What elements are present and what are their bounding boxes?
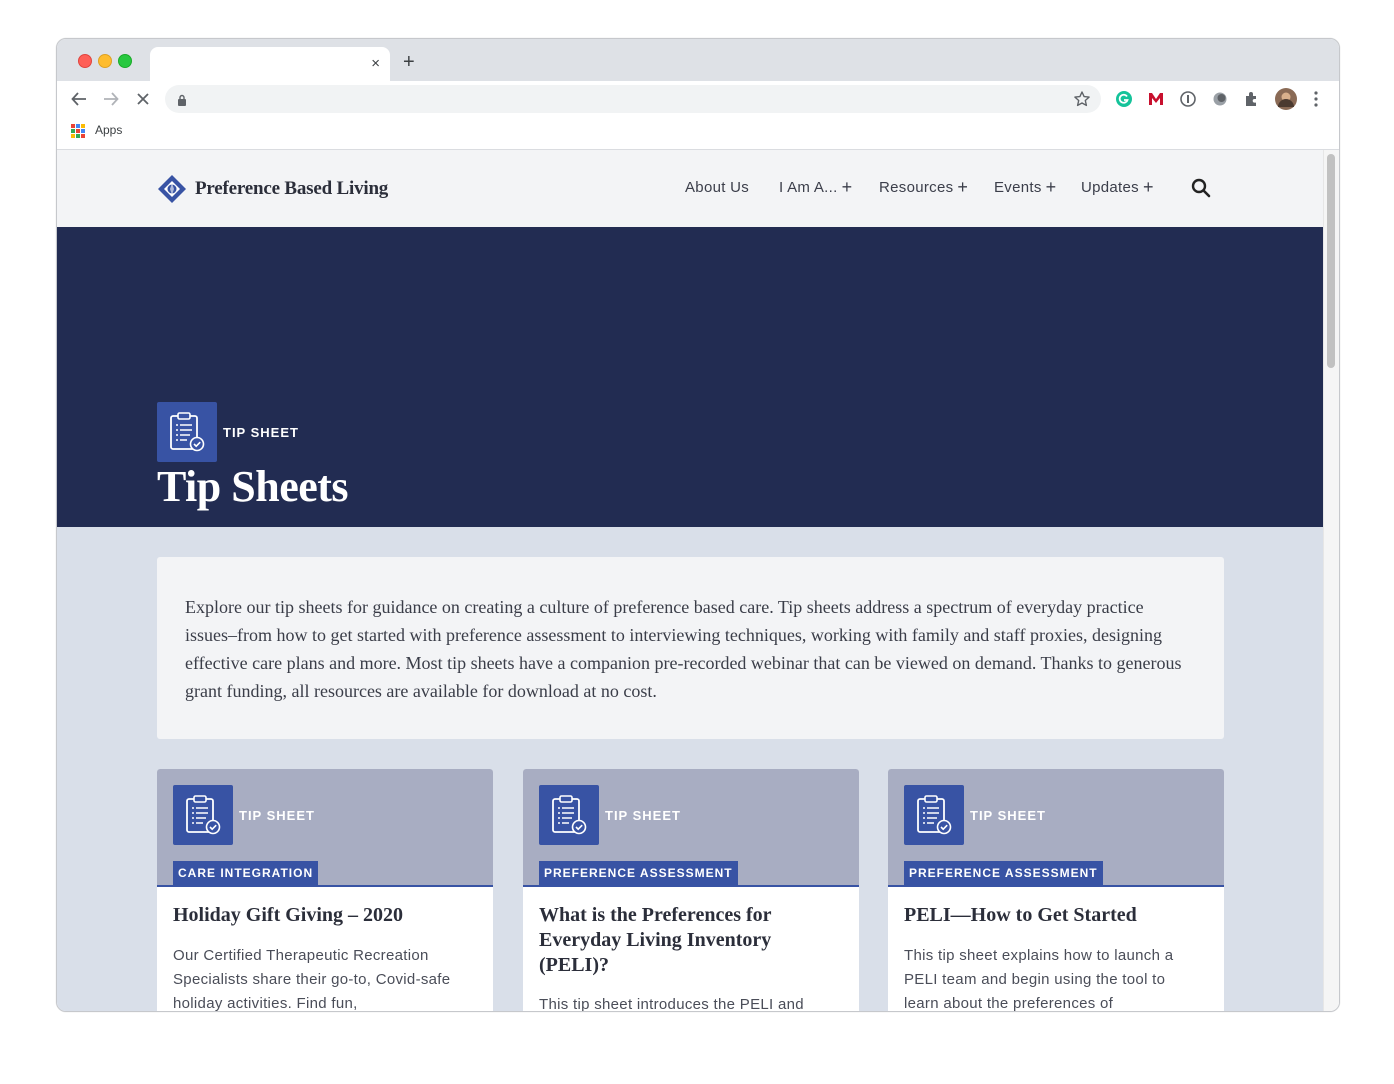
bookmark-star-icon[interactable] [1073, 90, 1091, 113]
minimize-window-button[interactable] [98, 54, 112, 68]
plus-icon: + [841, 177, 853, 197]
maximize-window-button[interactable] [118, 54, 132, 68]
new-tab-button[interactable]: + [403, 51, 415, 73]
nav-label: About Us [685, 179, 750, 196]
browser-window: × + Apps Preference Based Living About U… [56, 38, 1340, 1012]
nav-label: Updates [1081, 179, 1139, 196]
nav-events[interactable]: Events + [994, 177, 1057, 197]
tip-sheet-card[interactable]: TIP SHEET PREFERENCE ASSESSMENT PELI—How… [888, 769, 1224, 1011]
nav-resources[interactable]: Resources + [879, 177, 968, 197]
card-header: TIP SHEET CARE INTEGRATION [157, 769, 493, 887]
browser-menu-icon[interactable] [1307, 90, 1325, 108]
category-badge[interactable]: CARE INTEGRATION [173, 861, 319, 885]
clipboard-icon [173, 785, 233, 845]
tab-strip: × + [57, 39, 1339, 81]
card-type-label: TIP SHEET [605, 808, 681, 823]
plus-icon: + [1045, 177, 1057, 197]
card-type-label: TIP SHEET [239, 808, 315, 823]
browser-tab[interactable]: × [150, 47, 390, 81]
nav-about-us[interactable]: About Us [685, 179, 749, 196]
card-description: This tip sheet introduces the PELI and [539, 996, 804, 1011]
tip-sheet-card[interactable]: TIP SHEET PREFERENCE ASSESSMENT What is … [523, 769, 859, 1011]
lock-icon [177, 93, 187, 111]
card-title[interactable]: What is the Preferences for Everyday Liv… [539, 903, 839, 978]
nav-updates[interactable]: Updates + [1081, 177, 1154, 197]
card-description: This tip sheet explains how to launch a … [904, 947, 1174, 1011]
nav-i-am-a[interactable]: I Am A... + [779, 177, 853, 197]
address-bar[interactable] [165, 85, 1101, 113]
tab-close-icon[interactable]: × [371, 54, 380, 74]
page-scrollbar[interactable] [1323, 150, 1339, 1011]
circle-extension-icon[interactable] [1211, 90, 1229, 108]
nav-label: Resources [879, 179, 954, 196]
clipboard-icon [539, 785, 599, 845]
grammarly-icon[interactable] [1115, 90, 1133, 108]
hero-banner: TIP SHEET Tip Sheets [57, 227, 1324, 527]
card-header: TIP SHEET PREFERENCE ASSESSMENT [523, 769, 859, 887]
clipboard-icon [157, 402, 217, 462]
card-header: TIP SHEET PREFERENCE ASSESSMENT [888, 769, 1224, 887]
hero-type-label: TIP SHEET [223, 425, 299, 440]
bookmarks-bar: Apps [57, 117, 1339, 150]
logo-text: Preference Based Living [195, 178, 389, 199]
category-badge[interactable]: PREFERENCE ASSESSMENT [904, 861, 1103, 885]
apps-grid-icon[interactable] [71, 124, 85, 138]
page-title: Tip Sheets [157, 462, 349, 511]
plus-icon: + [1142, 177, 1154, 197]
search-icon[interactable] [1191, 178, 1211, 203]
card-title[interactable]: PELI—How to Get Started [904, 903, 1204, 928]
scrollbar-thumb[interactable] [1327, 154, 1335, 368]
site-header: Preference Based Living About Us I Am A.… [57, 150, 1324, 227]
plus-icon: + [957, 177, 968, 197]
browser-toolbar [57, 81, 1339, 117]
close-window-button[interactable] [78, 54, 92, 68]
site-logo[interactable]: Preference Based Living [157, 174, 388, 204]
nav-label: I Am A... [779, 179, 838, 196]
intro-panel: Explore our tip sheets for guidance on c… [157, 557, 1224, 739]
password-manager-icon[interactable] [1179, 90, 1197, 108]
intro-text: Explore our tip sheets for guidance on c… [185, 597, 1182, 701]
tip-sheet-card[interactable]: TIP SHEET CARE INTEGRATION Holiday Gift … [157, 769, 493, 1011]
card-type-label: TIP SHEET [970, 808, 1046, 823]
clipboard-icon [904, 785, 964, 845]
card-description: Our Certified Therapeutic Recreation Spe… [173, 947, 451, 1011]
logo-diamond-icon [158, 175, 186, 203]
forward-arrow-icon[interactable] [99, 87, 123, 111]
nav-label: Events [994, 179, 1042, 196]
stop-loading-icon[interactable] [131, 87, 155, 111]
back-arrow-icon[interactable] [67, 87, 91, 111]
page-viewport: Preference Based Living About Us I Am A.… [57, 150, 1324, 1011]
apps-bookmark[interactable]: Apps [95, 123, 122, 137]
category-badge[interactable]: PREFERENCE ASSESSMENT [539, 861, 738, 885]
card-title[interactable]: Holiday Gift Giving – 2020 [173, 903, 473, 928]
profile-avatar[interactable] [1275, 88, 1297, 110]
extensions-puzzle-icon[interactable] [1243, 90, 1261, 108]
m-extension-icon[interactable] [1147, 90, 1165, 108]
